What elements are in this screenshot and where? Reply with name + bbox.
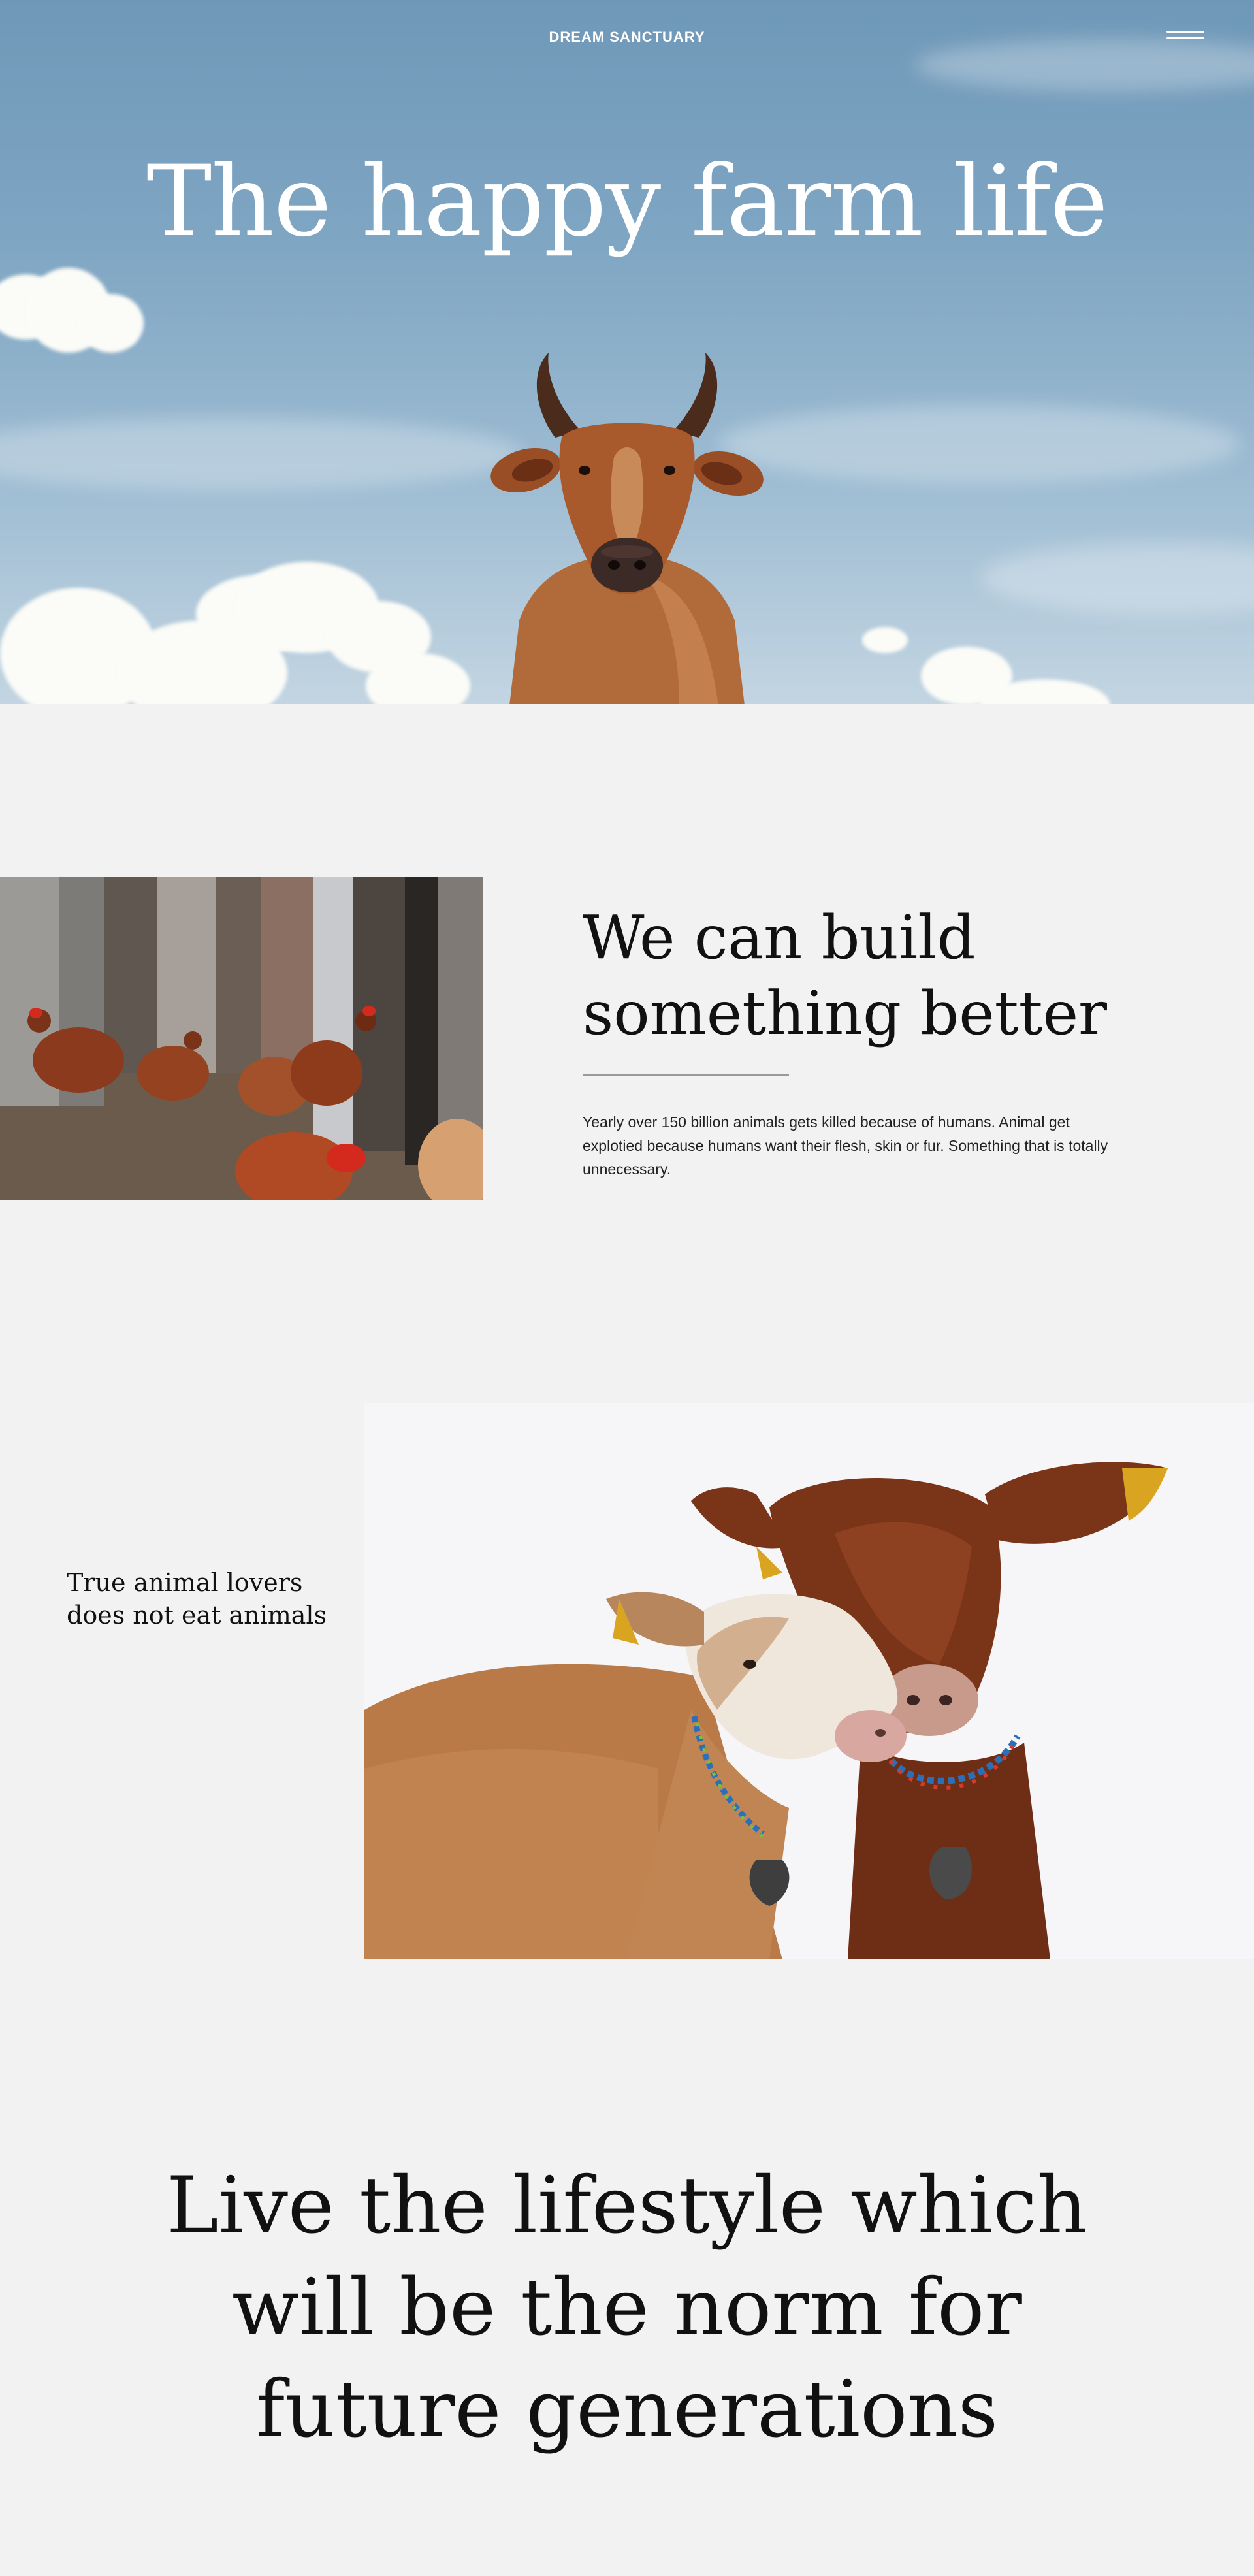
section-heading-build: We can build something better	[583, 903, 1108, 1048]
hero-title: The happy farm life	[146, 145, 1108, 259]
quote-text: True animal lovers does not eat animals	[67, 1568, 327, 1630]
cows-hugging-photo	[364, 1403, 1254, 1959]
cloud	[78, 294, 144, 353]
section-body-text: Yearly over 150 billion animals gets kil…	[583, 1114, 1108, 1178]
brand-logo-text[interactable]: DREAM SANCTUARY	[0, 29, 1254, 46]
cloud-wisp	[0, 418, 522, 490]
heading-divider	[583, 1074, 789, 1076]
cloud-wisp	[718, 405, 1241, 483]
hero-section: DREAM SANCTUARY The happy farm life	[0, 0, 1254, 704]
chickens-photo	[0, 877, 483, 1200]
hamburger-menu-icon[interactable]	[1166, 29, 1204, 43]
cow-hero-image	[490, 353, 764, 704]
closing-statement: Live the lifestyle which will be the nor…	[167, 2161, 1087, 2455]
cloud	[862, 627, 908, 653]
cloud-wisp	[980, 542, 1254, 614]
cloud-wisp	[914, 39, 1254, 91]
